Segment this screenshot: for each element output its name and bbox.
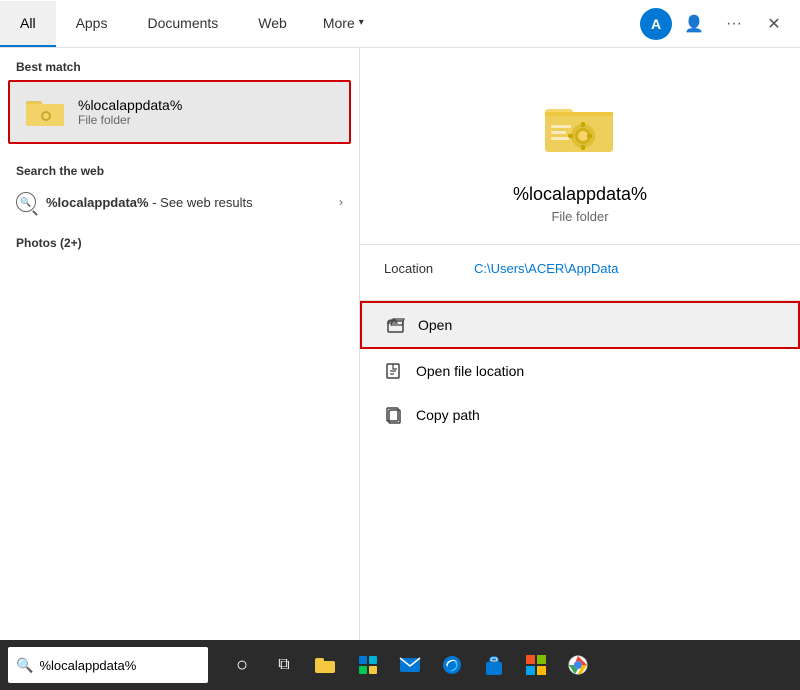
chrome-icon	[568, 655, 588, 675]
location-label: Location	[384, 261, 454, 276]
file-location-icon	[384, 361, 404, 381]
right-panel: %localappdata% File folder Location C:\U…	[360, 48, 800, 640]
action-copy-path[interactable]: Copy path	[360, 393, 800, 437]
detail-subtitle: File folder	[551, 209, 608, 224]
best-match-text: %localappdata% File folder	[78, 97, 182, 127]
explorer-icon	[315, 656, 337, 674]
detail-title: %localappdata%	[513, 184, 647, 205]
copy-path-icon-svg	[385, 406, 403, 424]
store-grid-btn[interactable]	[350, 647, 386, 683]
tab-more[interactable]: More ▾	[307, 1, 380, 47]
edge-btn[interactable]	[434, 647, 470, 683]
chrome-btn[interactable]	[560, 647, 596, 683]
taskbar-icons: ○ ⧉	[208, 647, 596, 683]
best-match-item[interactable]: %localappdata% File folder	[8, 80, 351, 144]
detail-divider-top	[360, 244, 800, 245]
main-content: Best match %localappdata% F	[0, 48, 800, 640]
action-open-label: Open	[418, 317, 452, 333]
location-value[interactable]: C:\Users\ACER\AppData	[474, 261, 619, 276]
action-file-location-label: Open file location	[416, 363, 524, 379]
file-location-icon-svg	[385, 362, 403, 380]
windows-tiles-btn[interactable]	[518, 647, 554, 683]
best-match-subtitle: File folder	[78, 113, 182, 127]
action-copy-path-label: Copy path	[416, 407, 480, 423]
close-icon: ✕	[767, 14, 780, 34]
tab-all[interactable]: All	[0, 1, 56, 47]
detail-meta: Location C:\Users\ACER\AppData	[360, 261, 800, 284]
task-view-btn[interactable]: ⧉	[266, 647, 302, 683]
best-match-label: Best match	[0, 48, 359, 80]
copy-path-icon	[384, 405, 404, 425]
top-nav: All Apps Documents Web More ▾ A 👤 ··· ✕	[0, 0, 800, 48]
tab-apps[interactable]: Apps	[56, 1, 128, 47]
edge-icon	[442, 655, 462, 675]
close-btn[interactable]: ✕	[756, 6, 792, 42]
person-icon: 👤	[684, 14, 704, 34]
nav-right: A 👤 ··· ✕	[640, 6, 800, 42]
photos-section: Photos (2+)	[0, 224, 359, 256]
tab-documents[interactable]: Documents	[127, 1, 238, 47]
taskbar-search-area[interactable]: 🔍	[8, 647, 208, 683]
meta-location-row: Location C:\Users\ACER\AppData	[384, 261, 776, 276]
windows-tiles-icon	[526, 655, 546, 675]
person-icon-btn[interactable]: 👤	[676, 6, 712, 42]
action-open-file-location[interactable]: Open file location	[360, 349, 800, 393]
search-input[interactable]	[39, 658, 200, 673]
detail-folder-svg	[545, 100, 615, 156]
search-window: All Apps Documents Web More ▾ A 👤 ··· ✕ …	[0, 0, 800, 640]
left-panel: Best match %localappdata% F	[0, 48, 360, 640]
folder-icon-small	[26, 92, 66, 132]
web-section-label: Search the web	[0, 152, 359, 184]
open-folder-icon-svg	[387, 316, 405, 334]
search-circle-icon: 🔍	[16, 192, 36, 212]
action-open[interactable]: Open	[360, 301, 800, 349]
store-btn[interactable]	[476, 647, 512, 683]
mail-btn[interactable]	[392, 647, 428, 683]
mail-icon	[399, 657, 421, 673]
photos-label: Photos (2+)	[0, 224, 359, 256]
taskbar: 🔍 ○ ⧉	[0, 640, 800, 690]
store-icon	[484, 654, 504, 676]
chevron-right-icon: ›	[339, 195, 343, 209]
action-list: Open Open file location	[360, 301, 800, 437]
store-grid-icon	[358, 655, 378, 675]
folder-icon-svg	[26, 96, 66, 128]
web-item-text: %localappdata% - See web results	[46, 195, 253, 210]
avatar[interactable]: A	[640, 8, 672, 40]
taskbar-search-icon: 🔍	[16, 657, 33, 674]
explorer-btn[interactable]	[308, 647, 344, 683]
best-match-title: %localappdata%	[78, 97, 182, 113]
chevron-down-icon: ▾	[359, 17, 364, 28]
web-search-item[interactable]: 🔍 %localappdata% - See web results ›	[0, 184, 359, 220]
more-dots-icon: ···	[726, 15, 742, 33]
open-icon	[386, 315, 406, 335]
tab-web[interactable]: Web	[238, 1, 307, 47]
detail-folder-icon	[540, 88, 620, 168]
cortana-icon-btn[interactable]: ○	[224, 647, 260, 683]
more-options-btn[interactable]: ···	[716, 6, 752, 42]
web-search-section: Search the web 🔍 %localappdata% - See we…	[0, 152, 359, 224]
